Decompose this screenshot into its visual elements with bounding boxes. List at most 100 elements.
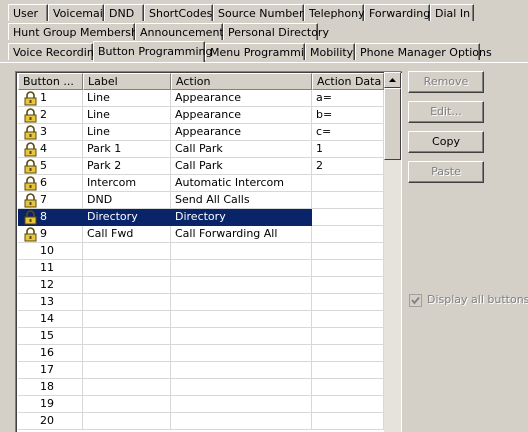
arrow-up-icon: [389, 78, 396, 82]
table-row[interactable]: 11: [18, 260, 384, 277]
table-row[interactable]: 20: [18, 413, 384, 430]
table-row[interactable]: 8 Directory Directory: [18, 209, 384, 226]
cell-text: c=: [316, 125, 332, 138]
lock-icon: [24, 125, 37, 140]
cell-label: [83, 345, 171, 362]
tab-row-2: Hunt Group Membership Announcements Person…: [0, 23, 528, 42]
table-row[interactable]: 14: [18, 311, 384, 328]
cell-label: Line: [83, 90, 171, 107]
tab-dial-in[interactable]: Dial In: [430, 4, 474, 21]
cell-action: Call Forwarding All: [171, 226, 312, 243]
lock-icon: [24, 210, 37, 225]
cell-text: Appearance: [175, 91, 242, 104]
cell-text: 1: [40, 91, 47, 104]
table-row[interactable]: 3 Line Appearance c=: [18, 124, 384, 141]
tab-phone-manager-options[interactable]: Phone Manager Options: [355, 43, 492, 60]
cell-button: 15: [18, 328, 83, 345]
cell-text: DND: [87, 193, 113, 206]
cell-text: Call Park: [175, 142, 223, 155]
copy-button[interactable]: Copy: [408, 131, 484, 153]
remove-button[interactable]: Remove: [408, 71, 484, 93]
cell-text: Send All Calls: [175, 193, 250, 206]
lock-icon: [24, 159, 37, 174]
table-row[interactable]: 5 Park 2 Call Park 2: [18, 158, 384, 175]
table-row[interactable]: 13: [18, 294, 384, 311]
table-row[interactable]: 16: [18, 345, 384, 362]
tab-telephony[interactable]: Telephony: [304, 4, 365, 21]
table-row[interactable]: 4 Park 1 Call Park 1: [18, 141, 384, 158]
tab-shortcodes[interactable]: ShortCodes: [144, 4, 213, 21]
display-all-buttons-label: Display all buttons: [427, 293, 528, 306]
cell-action: Appearance: [171, 124, 312, 141]
cell-data: [312, 226, 384, 243]
tab-voicemail[interactable]: Voicemail: [48, 4, 106, 21]
scroll-up-button[interactable]: [384, 72, 401, 88]
cell-label: [83, 413, 171, 430]
table-row[interactable]: 6 Intercom Automatic Intercom: [18, 175, 384, 192]
tab-dnd[interactable]: DND: [104, 4, 144, 21]
cell-data: [312, 379, 384, 396]
col-header-button[interactable]: Button ...: [18, 73, 83, 90]
table-row[interactable]: 17: [18, 362, 384, 379]
cell-text: Line: [87, 125, 110, 138]
cell-label: [83, 294, 171, 311]
cell-button: 13: [18, 294, 83, 311]
cell-button: 20: [18, 413, 83, 430]
cell-text: Directory: [175, 210, 226, 223]
cell-data: [312, 413, 384, 430]
table-row[interactable]: 10: [18, 243, 384, 260]
col-header-label[interactable]: Label: [83, 73, 171, 90]
table-row[interactable]: 15: [18, 328, 384, 345]
cell-label: [83, 396, 171, 413]
cell-text: 4: [40, 142, 47, 155]
table-row[interactable]: 19: [18, 396, 384, 413]
paste-button[interactable]: Paste: [408, 161, 484, 183]
tab-menu-programming[interactable]: Menu Programming: [205, 43, 318, 60]
checkbox-box[interactable]: [409, 294, 422, 307]
table-row[interactable]: 12: [18, 277, 384, 294]
tab-personal-directory[interactable]: Personal Directory: [223, 23, 329, 40]
cell-action: [171, 294, 312, 311]
cell-data: [312, 396, 384, 413]
tab-hunt-group-membership[interactable]: Hunt Group Membership: [8, 23, 148, 40]
tab-voice-recording[interactable]: Voice Recording: [8, 43, 101, 60]
grid-vertical-scrollbar[interactable]: [384, 72, 401, 432]
cell-text: 2: [40, 108, 47, 121]
scroll-thumb[interactable]: [384, 88, 401, 160]
cell-text: Line: [87, 108, 110, 121]
lock-icon: [24, 91, 37, 106]
cell-text: 9: [40, 227, 47, 240]
tab-source-numbers[interactable]: Source Numbers: [213, 4, 309, 21]
cell-action: [171, 311, 312, 328]
button-programming-grid[interactable]: Button ... Label Action Action Data 1 Lin…: [15, 71, 402, 432]
cell-data: [312, 260, 384, 277]
col-header-action-data[interactable]: Action Data: [312, 73, 384, 90]
cell-button: 12: [18, 277, 83, 294]
cell-label: Park 1: [83, 141, 171, 158]
cell-text: Call Park: [175, 159, 223, 172]
table-row[interactable]: 2 Line Appearance b=: [18, 107, 384, 124]
tab-announcements[interactable]: Announcements: [135, 23, 229, 40]
cell-label: [83, 379, 171, 396]
cell-text: 18: [40, 380, 54, 393]
cell-button: 8: [18, 209, 83, 226]
tab-mobility[interactable]: Mobility: [305, 43, 355, 60]
cell-text: Directory: [87, 210, 138, 223]
cell-text: 20: [40, 414, 54, 427]
cell-text: 2: [316, 159, 323, 172]
cell-text: Call Fwd: [87, 227, 134, 240]
cell-label: Line: [83, 124, 171, 141]
cell-action: Appearance: [171, 90, 312, 107]
tab-user[interactable]: User: [8, 4, 48, 21]
table-row[interactable]: 9 Call Fwd Call Forwarding All: [18, 226, 384, 243]
cell-button: 5: [18, 158, 83, 175]
edit-button[interactable]: Edit...: [408, 101, 484, 123]
tab-button-programming[interactable]: Button Programming: [93, 41, 212, 62]
col-header-action[interactable]: Action: [171, 73, 312, 90]
table-row[interactable]: 18: [18, 379, 384, 396]
tab-row-1: User Voicemail DND ShortCodes Source Numbers…: [0, 4, 528, 23]
table-row[interactable]: 7 DND Send All Calls: [18, 192, 384, 209]
cell-data: [312, 192, 384, 209]
table-row[interactable]: 1 Line Appearance a=: [18, 90, 384, 107]
tab-forwarding[interactable]: Forwarding: [364, 4, 430, 21]
